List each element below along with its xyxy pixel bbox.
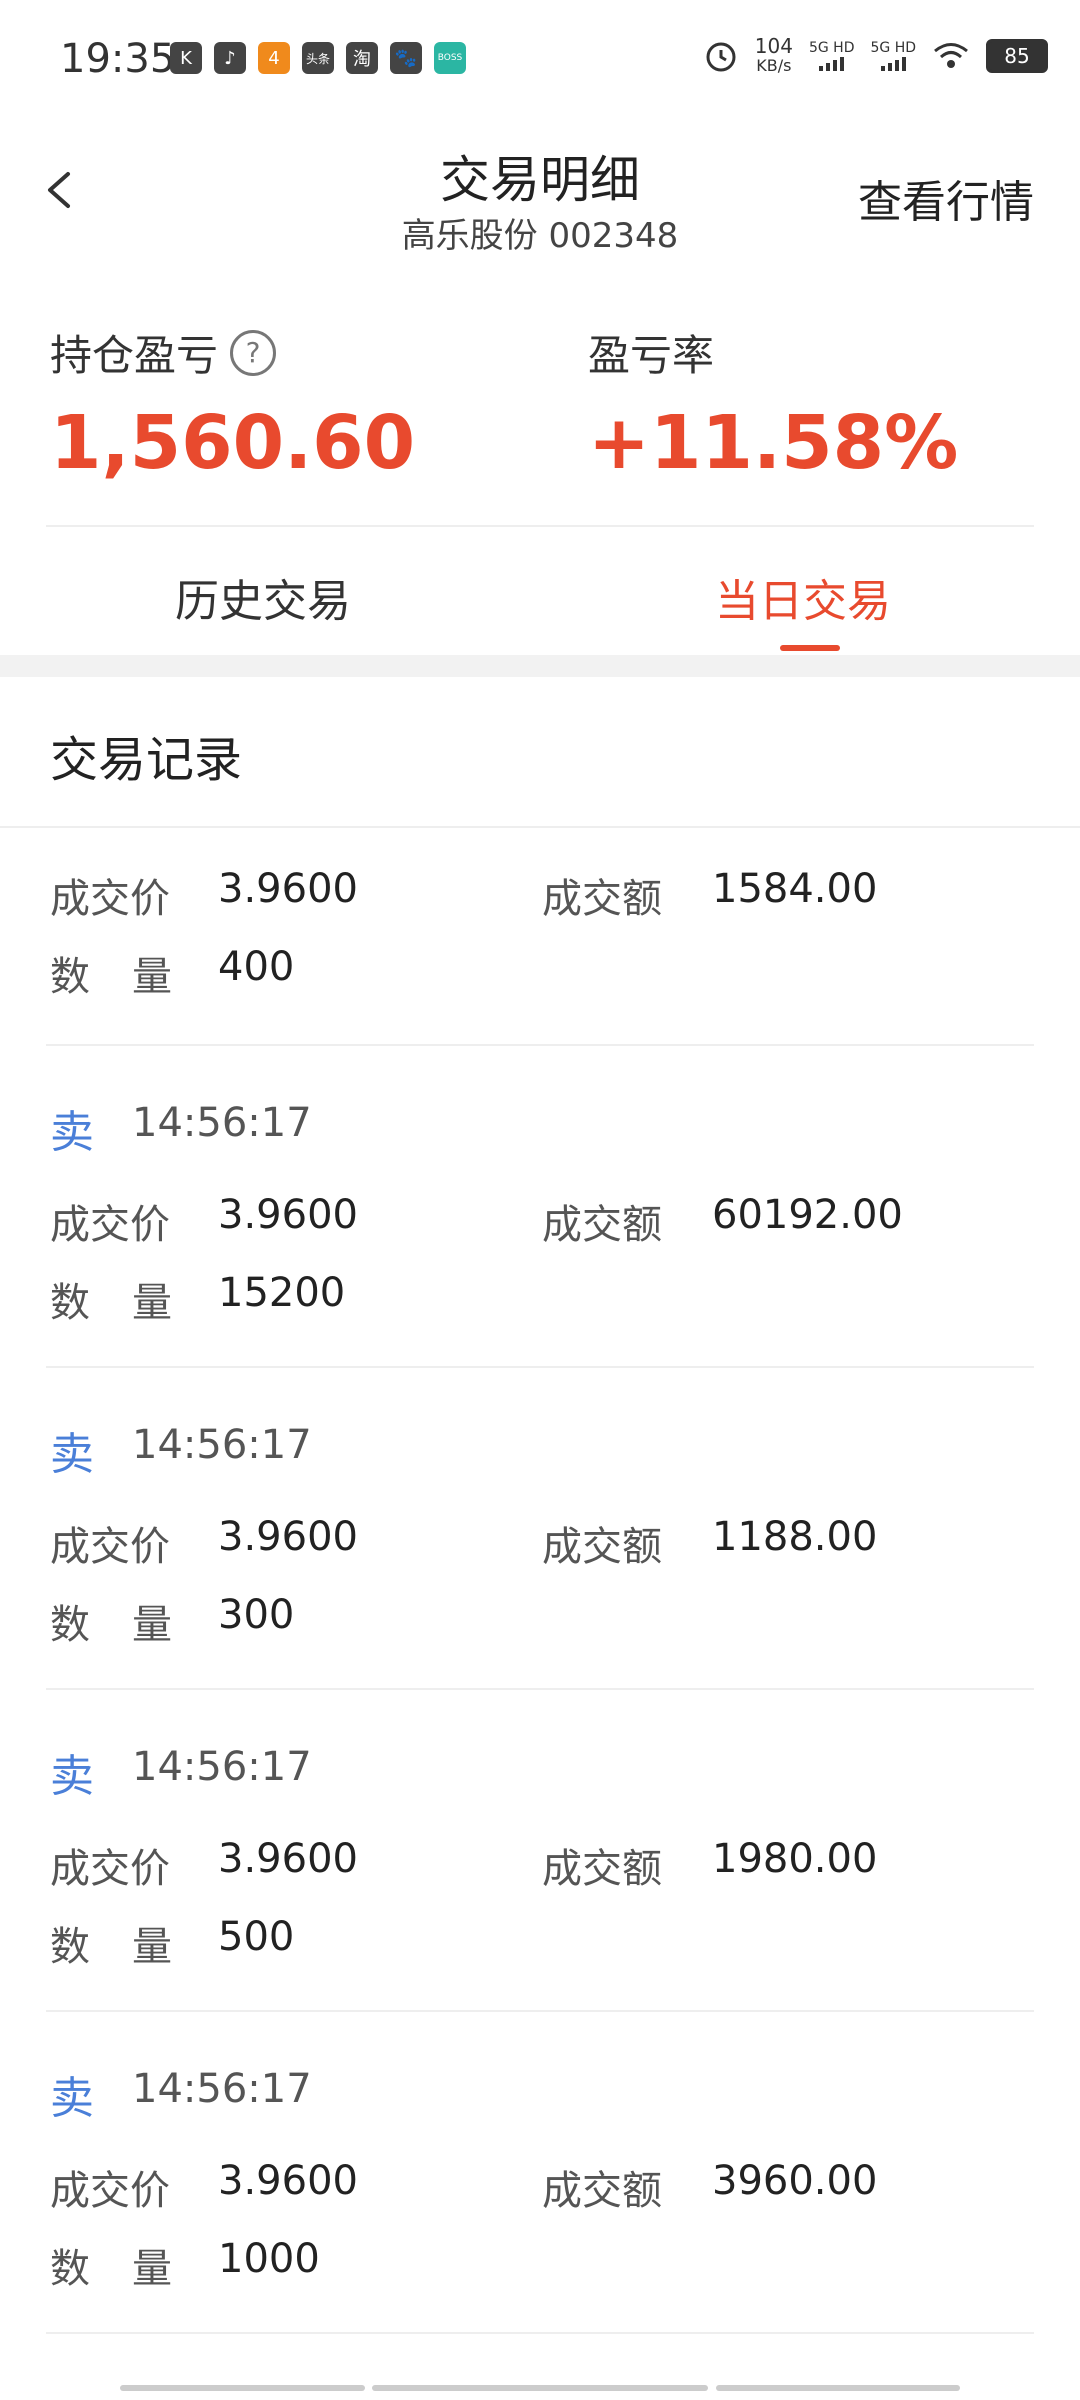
- amount-value: 3960.00: [712, 2158, 878, 2204]
- alarm-icon: [706, 42, 736, 72]
- amount-label: 成交额: [542, 1846, 662, 1892]
- price-value: 3.9600: [218, 1192, 358, 1238]
- tab-today[interactable]: 当日交易: [715, 565, 891, 629]
- bottom-partial-bar: [372, 2385, 708, 2391]
- status-right: 104 KB/s 5G HD 5G HD 85: [703, 34, 1048, 76]
- qty-label: 数量: [50, 1924, 172, 1970]
- records-header-divider: [0, 826, 1080, 828]
- trade-side: 卖: [50, 1429, 94, 1480]
- app-icon-taobao: 淘: [346, 42, 378, 74]
- position-summary: 持仓盈亏 ? 盈亏率 1,560.60 +11.58%: [0, 300, 1080, 520]
- app-icon-paw: 🐾: [390, 42, 422, 74]
- amount-label: 成交额: [542, 1524, 662, 1570]
- pnl-rate-value: +11.58%: [588, 400, 959, 486]
- qty-label: 数量: [50, 2246, 172, 2292]
- qty-value: 500: [218, 1914, 295, 1960]
- qty-label: 数量: [50, 954, 172, 1000]
- price-value: 3.9600: [218, 2158, 358, 2204]
- qty-label: 数量: [50, 1280, 172, 1326]
- app-icon-kuaishou: K: [170, 42, 202, 74]
- status-time: 19:35: [60, 36, 176, 82]
- trade-time: 14:56:17: [132, 1744, 312, 1790]
- price-value: 3.9600: [218, 1514, 358, 1560]
- price-value: 3.9600: [218, 866, 358, 912]
- app-icon-tiktok: ♪: [214, 42, 246, 74]
- amount-label: 成交额: [542, 1202, 662, 1248]
- price-label: 成交价: [50, 1846, 170, 1892]
- price-value: 3.9600: [218, 1836, 358, 1882]
- trade-time: 14:56:17: [132, 1422, 312, 1468]
- bottom-partial-bar: [716, 2385, 960, 2391]
- status-app-icons: K ♪ 4 头条 淘 🐾 BOSS: [170, 42, 466, 74]
- app-icon-boss: BOSS: [434, 42, 466, 74]
- qty-value: 15200: [218, 1270, 346, 1316]
- trade-side: 卖: [50, 2073, 94, 2124]
- status-bar: 19:35 K ♪ 4 头条 淘 🐾 BOSS 104 KB/s 5G HD 5…: [0, 0, 1080, 120]
- trade-side: 卖: [50, 1751, 94, 1802]
- qty-value: 400: [218, 944, 295, 990]
- qty-value: 1000: [218, 2236, 320, 2282]
- qty-label: 数量: [50, 1602, 172, 1648]
- pnl-label: 持仓盈亏: [50, 331, 219, 380]
- battery-icon: 85: [986, 39, 1048, 73]
- price-label: 成交价: [50, 1202, 170, 1248]
- row-divider: [46, 1044, 1034, 1046]
- amount-label: 成交额: [542, 876, 662, 922]
- signal-2: 5G HD: [870, 41, 916, 71]
- row-divider: [46, 1366, 1034, 1368]
- app-icon-toutiao: 头条: [302, 42, 334, 74]
- amount-value: 60192.00: [712, 1192, 903, 1238]
- pnl-value: 1,560.60: [50, 400, 416, 486]
- row-divider: [46, 1688, 1034, 1690]
- bottom-partial-bar: [120, 2385, 365, 2391]
- trade-side: 卖: [50, 1107, 94, 1158]
- price-label: 成交价: [50, 2168, 170, 2214]
- row-divider: [46, 2010, 1034, 2012]
- qty-value: 300: [218, 1592, 295, 1638]
- app-icon-4: 4: [258, 42, 290, 74]
- tab-history[interactable]: 历史交易: [175, 565, 351, 629]
- tab-active-indicator: [780, 645, 840, 651]
- amount-value: 1584.00: [712, 866, 878, 912]
- amount-value: 1980.00: [712, 1836, 878, 1882]
- section-gap: [0, 655, 1080, 677]
- pnl-label-group: 持仓盈亏 ?: [50, 322, 277, 383]
- nav-header: 交易明细 高乐股份 002348 查看行情: [0, 120, 1080, 270]
- amount-value: 1188.00: [712, 1514, 878, 1560]
- signal-1: 5G HD: [809, 41, 854, 71]
- network-speed: 104 KB/s: [754, 34, 793, 75]
- view-market-link[interactable]: 查看行情: [858, 166, 1034, 230]
- price-label: 成交价: [50, 1524, 170, 1570]
- row-divider: [46, 2332, 1034, 2334]
- trade-time: 14:56:17: [132, 1100, 312, 1146]
- trade-tabs: 历史交易 当日交易: [0, 525, 1080, 655]
- pnl-rate-label: 盈亏率: [588, 331, 715, 380]
- records-title: 交易记录: [50, 732, 243, 788]
- amount-label: 成交额: [542, 2168, 662, 2214]
- help-icon[interactable]: ?: [230, 329, 277, 376]
- wifi-icon: [934, 43, 968, 68]
- price-label: 成交价: [50, 876, 170, 922]
- trade-time: 14:56:17: [132, 2066, 312, 2112]
